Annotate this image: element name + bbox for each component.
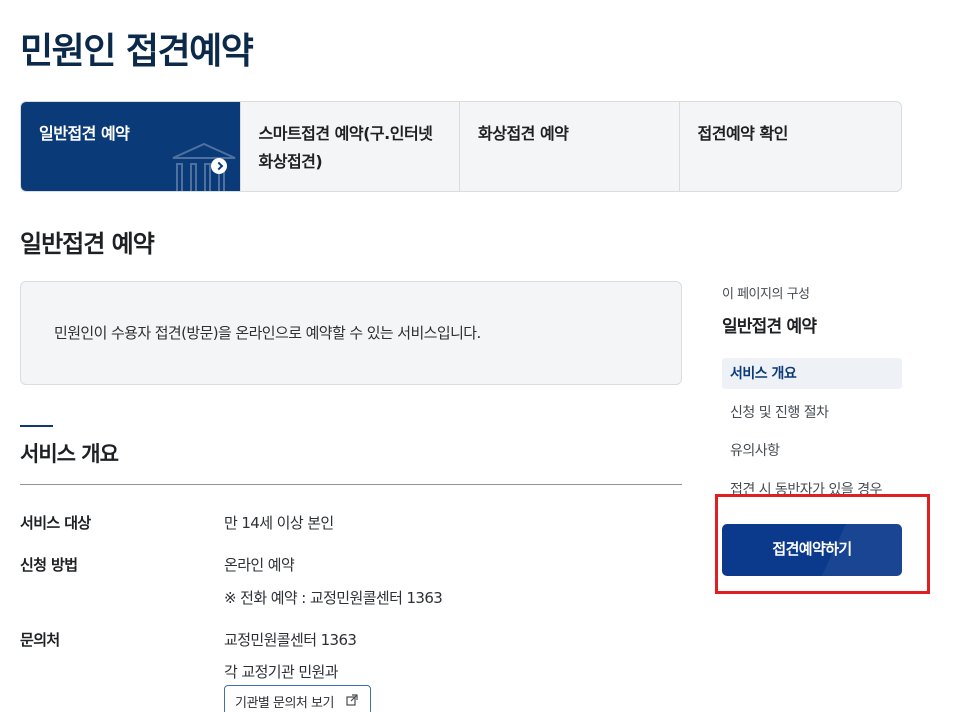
intro-text: 민원인이 수용자 접견(방문)을 온라인으로 예약할 수 있는 서비스입니다. [54,324,481,342]
page-title: 민원인 접견예약 [20,31,254,72]
heading-accent-bar [20,425,53,427]
reserve-visit-button[interactable]: 접견예약하기 [722,524,902,576]
row-value-phone-note: ※ 전화 예약 : 교정민원콜센터 1363 [224,589,443,607]
arrow-right-icon [211,158,227,174]
external-link-icon [346,694,358,706]
row-label-method: 신청 방법 [20,556,78,574]
building-icon [172,142,236,191]
overview-heading: 서비스 개요 [20,442,119,466]
row-value-target: 만 14세 이상 본인 [224,514,334,532]
toc-item-notes[interactable]: 유의사항 [722,435,902,466]
contact-list-link-button[interactable]: 기관별 문의처 보기 [224,685,371,712]
toc-title: 일반접견 예약 [722,317,817,337]
intro-box: 민원인이 수용자 접견(방문)을 온라인으로 예약할 수 있는 서비스입니다. [20,281,682,385]
tab-label: 스마트접견 예약(구.인터넷화상접견) [258,124,433,171]
section-title: 일반접견 예약 [20,230,155,258]
link-label: 기관별 문의처 보기 [235,696,334,711]
toc-item-procedure[interactable]: 신청 및 진행 절차 [722,397,902,428]
tab-label: 일반접견 예약 [39,124,130,143]
tab-bar: 일반접견 예약 스마트접견 예약(구.인터넷화상접견) 화상접견 예약 접견예약… [20,101,902,192]
row-value-callcenter: 교정민원콜센터 1363 [224,631,357,649]
row-label-contact: 문의처 [20,631,60,649]
tab-smart-visit[interactable]: 스마트접견 예약(구.인터넷화상접견) [241,102,460,191]
toc-item-overview[interactable]: 서비스 개요 [722,358,902,389]
row-label-target: 서비스 대상 [20,514,91,532]
tab-label: 접견예약 확인 [697,124,789,143]
tab-video-visit[interactable]: 화상접견 예약 [460,102,680,191]
tab-label: 화상접견 예약 [478,124,569,143]
reserve-button-label: 접견예약하기 [772,541,852,558]
tab-visit-confirm[interactable]: 접견예약 확인 [680,102,902,191]
toc-caption: 이 페이지의 구성 [722,287,810,302]
tab-general-visit[interactable]: 일반접견 예약 [21,102,241,191]
toc-item-companion[interactable]: 접견 시 동반자가 있을 경우 [722,474,902,496]
row-value-office: 각 교정기관 민원과 [224,663,339,681]
row-value-method: 온라인 예약 [224,556,295,574]
divider [20,484,682,485]
